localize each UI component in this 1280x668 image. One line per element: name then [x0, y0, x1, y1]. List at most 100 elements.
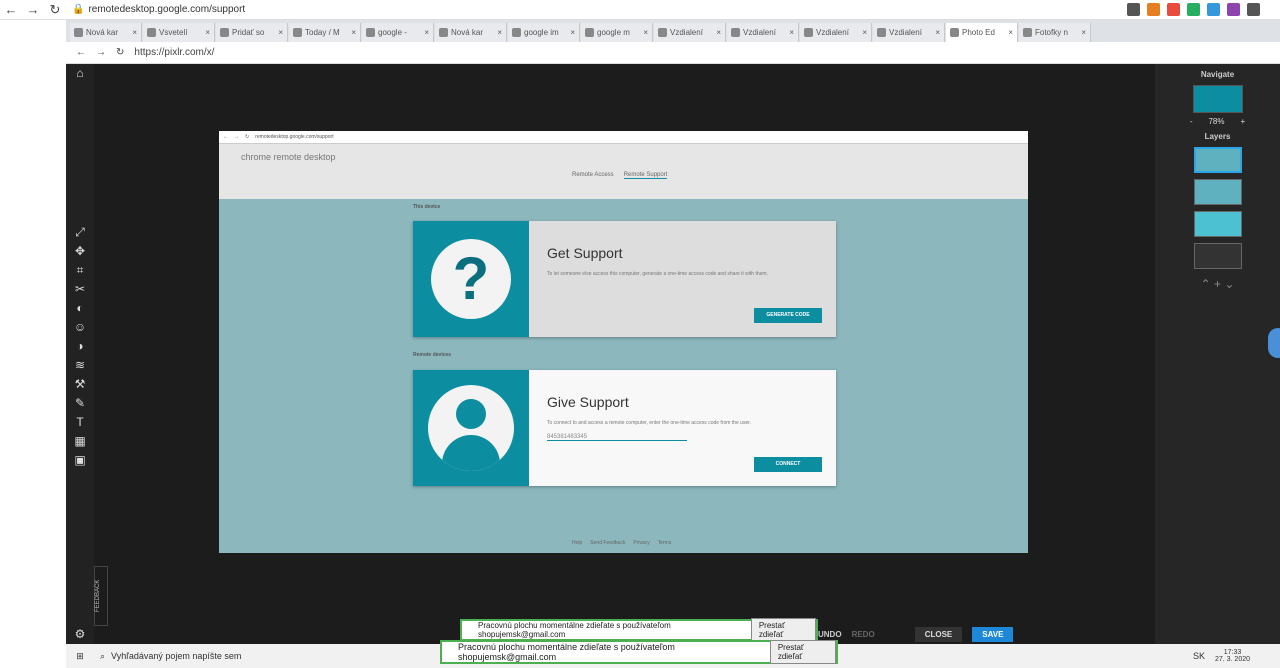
- filter-icon[interactable]: ☺: [70, 318, 90, 337]
- text-icon[interactable]: T: [70, 413, 90, 432]
- adjust-icon[interactable]: ◐: [70, 299, 90, 318]
- image-icon[interactable]: ▣: [70, 451, 90, 470]
- feedback-tab[interactable]: FEEDBACK: [94, 566, 108, 626]
- shot-footer: Help Send Feedback Privacy Terms: [572, 540, 671, 546]
- forward-icon[interactable]: →: [96, 47, 106, 58]
- reload-icon[interactable]: ↻: [44, 2, 66, 18]
- ext-icon[interactable]: [1167, 3, 1180, 16]
- move-icon[interactable]: ✥: [70, 242, 90, 261]
- side-expand-tab[interactable]: [1268, 328, 1280, 358]
- liquify-icon[interactable]: ◑: [70, 337, 90, 356]
- tab[interactable]: google m ×: [581, 23, 653, 42]
- tab[interactable]: Nová kar ×: [70, 23, 142, 42]
- close-tab-icon[interactable]: ×: [789, 28, 794, 37]
- tab[interactable]: Fotofky n ×: [1019, 23, 1091, 42]
- layer-controls[interactable]: ⌃ + ⌄: [1155, 277, 1280, 291]
- crop-icon[interactable]: ⌗: [70, 261, 90, 280]
- effect-icon[interactable]: ≋: [70, 356, 90, 375]
- close-tab-icon[interactable]: ×: [716, 28, 721, 37]
- arrange-icon[interactable]: ⤢: [70, 223, 90, 242]
- settings-icon[interactable]: ⚙: [70, 625, 90, 644]
- layer-item[interactable]: [1193, 179, 1242, 205]
- favicon-icon: [585, 28, 594, 37]
- back-icon[interactable]: ←: [0, 2, 22, 17]
- clock[interactable]: 17:33 27. 3. 2020: [1215, 649, 1250, 663]
- close-tab-icon[interactable]: ×: [935, 28, 940, 37]
- stop-sharing-button[interactable]: Prestať zdieľať: [769, 640, 836, 664]
- zoom-in-button[interactable]: +: [1241, 117, 1246, 126]
- favicon-icon: [804, 28, 813, 37]
- footer-terms: Terms: [657, 540, 672, 546]
- reload-icon[interactable]: ↻: [116, 47, 124, 58]
- right-panel: Navigate - 78% + Layers ⌃ + ⌄: [1155, 64, 1280, 644]
- close-tab-icon[interactable]: ×: [424, 28, 429, 37]
- save-button[interactable]: SAVE: [972, 626, 1014, 642]
- layer-item[interactable]: [1193, 211, 1242, 237]
- close-tab-icon[interactable]: ×: [1008, 28, 1013, 37]
- windows-icon[interactable]: ⊞: [66, 651, 94, 662]
- shot-app-title: chrome remote desktop: [241, 152, 336, 162]
- profile-icon[interactable]: [1247, 3, 1260, 16]
- share-banner: Pracovnú plochu momentálne zdieľate s po…: [440, 640, 838, 664]
- tab-label: Pridať so: [232, 28, 265, 37]
- tab[interactable]: google im ×: [508, 23, 580, 42]
- get-support-card: ? Get Support To let someone else access …: [413, 221, 836, 337]
- ext-icon[interactable]: [1147, 3, 1160, 16]
- tab[interactable]: Pridať so ×: [216, 23, 288, 42]
- close-tab-icon[interactable]: ×: [643, 28, 648, 37]
- close-tab-icon[interactable]: ×: [862, 28, 867, 37]
- connect-button: CONNECT: [754, 457, 822, 472]
- close-tab-icon[interactable]: ×: [132, 28, 137, 37]
- tab[interactable]: Today / M ×: [289, 23, 361, 42]
- favicon-icon: [74, 28, 83, 37]
- outer-address[interactable]: 🔒 remotedesktop.google.com/support: [72, 4, 245, 15]
- close-tab-icon[interactable]: ×: [351, 28, 356, 37]
- tab[interactable]: Vzdialení ×: [800, 23, 872, 42]
- close-tab-icon[interactable]: ×: [497, 28, 502, 37]
- tab-label: Today / M: [305, 28, 340, 37]
- tab[interactable]: Vzdialení ×: [654, 23, 726, 42]
- forward-icon[interactable]: →: [22, 2, 44, 17]
- reload-icon: ↻: [245, 134, 250, 140]
- ext-icon[interactable]: [1127, 3, 1140, 16]
- tab-label: google -: [378, 28, 407, 37]
- favicon-icon: [366, 28, 375, 37]
- draw-icon[interactable]: ✎: [70, 394, 90, 413]
- home-icon[interactable]: ⌂: [70, 64, 90, 83]
- retouch-icon[interactable]: ⚒: [70, 375, 90, 394]
- favicon-icon: [1023, 28, 1032, 37]
- inner-url[interactable]: https://pixlr.com/x/: [134, 47, 214, 58]
- ext-icon[interactable]: [1187, 3, 1200, 16]
- navigate-thumbnail[interactable]: [1192, 85, 1243, 113]
- cutout-icon[interactable]: ✂: [70, 280, 90, 299]
- close-tab-icon[interactable]: ×: [278, 28, 283, 37]
- close-tab-icon[interactable]: ×: [570, 28, 575, 37]
- back-icon[interactable]: ←: [76, 47, 86, 58]
- taskbar-search[interactable]: ⌕ Vyhľadávaný pojem napíšte sem: [94, 651, 294, 662]
- tab[interactable]: Photo Ed ×: [946, 23, 1018, 42]
- stop-sharing-button[interactable]: Prestať zdieľať: [750, 618, 816, 642]
- redo-button[interactable]: REDO: [852, 630, 875, 639]
- tab-strip: Nová kar × Vsvetelí × Pridať so × Today / M × go…: [66, 20, 1280, 42]
- ext-icon[interactable]: [1207, 3, 1220, 16]
- zoom-out-button[interactable]: -: [1190, 117, 1193, 126]
- close-button[interactable]: CLOSE: [914, 626, 963, 642]
- undo-button[interactable]: UNDO: [818, 630, 842, 639]
- ext-icon[interactable]: [1227, 3, 1240, 16]
- tab[interactable]: Vsvetelí ×: [143, 23, 215, 42]
- layer-item[interactable]: [1193, 243, 1242, 269]
- tab[interactable]: Nová kar ×: [435, 23, 507, 42]
- tab[interactable]: Vzdialení ×: [727, 23, 799, 42]
- close-tab-icon[interactable]: ×: [1081, 28, 1086, 37]
- tab[interactable]: Vzdialení ×: [873, 23, 945, 42]
- layer-item[interactable]: [1193, 147, 1242, 173]
- screenshot-image: ← → ↻ remotedesktop.google.com/support chro…: [219, 131, 1028, 553]
- give-support-title: Give Support: [547, 394, 629, 410]
- footer-help: Help: [572, 540, 583, 546]
- element-icon[interactable]: ▦: [70, 432, 90, 451]
- tab-label: Vsvetelí: [159, 28, 188, 37]
- close-tab-icon[interactable]: ×: [205, 28, 210, 37]
- tab[interactable]: google - ×: [362, 23, 434, 42]
- language-indicator[interactable]: SK: [1193, 651, 1205, 661]
- favicon-icon: [731, 28, 740, 37]
